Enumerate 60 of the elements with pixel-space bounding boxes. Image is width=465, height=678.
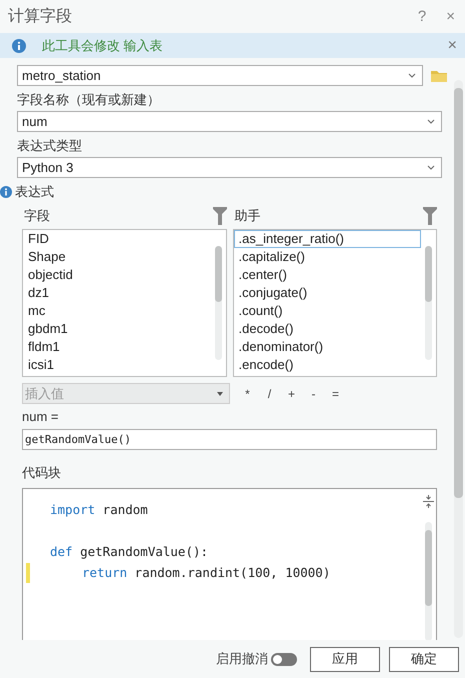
list-item[interactable]: Shape [23, 248, 210, 266]
operator-button[interactable]: = [328, 386, 344, 400]
scrollbar[interactable] [454, 80, 463, 638]
close-button[interactable]: × [448, 36, 457, 54]
expression-type-dropdown[interactable]: Python 3 [17, 157, 442, 178]
expression-field[interactable]: getRandomValue() [22, 429, 437, 450]
list-item[interactable]: .capitalize() [234, 248, 421, 266]
list-item[interactable]: gbdm1 [23, 320, 210, 338]
dropdown-value: num [22, 114, 48, 129]
list-item[interactable]: FID [23, 230, 210, 248]
code-line: return random.randint(100, 10000) [81, 565, 330, 580]
section-label: 表达式 [15, 183, 54, 201]
caret-icon [427, 119, 435, 124]
filter-icon[interactable] [423, 207, 437, 225]
scrollbar[interactable] [214, 246, 222, 360]
list-item[interactable]: mc [23, 302, 210, 320]
field-label: 表达式类型 [17, 137, 83, 155]
list-item[interactable]: icsi1 [23, 356, 210, 374]
expression-label: num = [22, 409, 60, 424]
operator-button[interactable]: * [240, 386, 256, 400]
scrollbar[interactable] [424, 522, 432, 640]
table-dropdown[interactable]: metro_station [17, 65, 423, 86]
operator-button[interactable]: + [284, 386, 300, 400]
operator-button[interactable]: / [262, 386, 278, 400]
folder-icon [430, 68, 448, 82]
dialog-button[interactable]: 确定 [389, 646, 459, 672]
field-label: 字段名称（现有或新建） [17, 91, 161, 109]
code-block-label: 代码块 [22, 464, 62, 482]
filter-icon[interactable] [212, 207, 226, 225]
list-item[interactable]: .conjugate() [234, 284, 421, 302]
scrollbar[interactable] [425, 246, 432, 360]
dropdown-value: metro_station [22, 68, 101, 83]
list-item[interactable]: .as_integer_ratio() [234, 230, 421, 248]
list-item[interactable]: .count() [234, 302, 421, 320]
info-icon [0, 186, 12, 198]
list-item[interactable]: .decode() [234, 320, 421, 338]
list-item[interactable]: .denominator() [234, 338, 421, 356]
list-item[interactable]: dz1 [23, 284, 210, 302]
undo-toggle[interactable] [271, 652, 297, 666]
caret-icon [408, 73, 416, 78]
operator-button[interactable]: - [306, 386, 322, 400]
list-item[interactable]: objectid [23, 266, 210, 284]
field-name-dropdown[interactable]: num [17, 111, 442, 132]
list-label: 字段 [24, 207, 50, 225]
caret-icon [216, 392, 222, 396]
dialog-button[interactable]: 应用 [310, 646, 380, 672]
window-title: 计算字段 [8, 6, 72, 27]
code-editor[interactable]: import random def getRandomValue(): return random.randint(100, 10000) [22, 488, 437, 640]
undo-label: 启用撤消 [216, 650, 268, 668]
dropdown-value: Python 3 [22, 160, 74, 175]
split-icon [422, 495, 434, 508]
info-icon [12, 38, 26, 52]
code-line: def getRandomValue(): [50, 544, 208, 559]
caret-icon [427, 165, 435, 170]
list-item[interactable]: fldm1 [23, 338, 210, 356]
list-label: 助手 [234, 207, 260, 225]
banner-text: 此工具会修改 输入表 [42, 36, 164, 54]
list-item[interactable]: .encode() [234, 356, 421, 374]
code-line: import random [50, 502, 148, 517]
list-item[interactable]: .center() [234, 266, 421, 284]
